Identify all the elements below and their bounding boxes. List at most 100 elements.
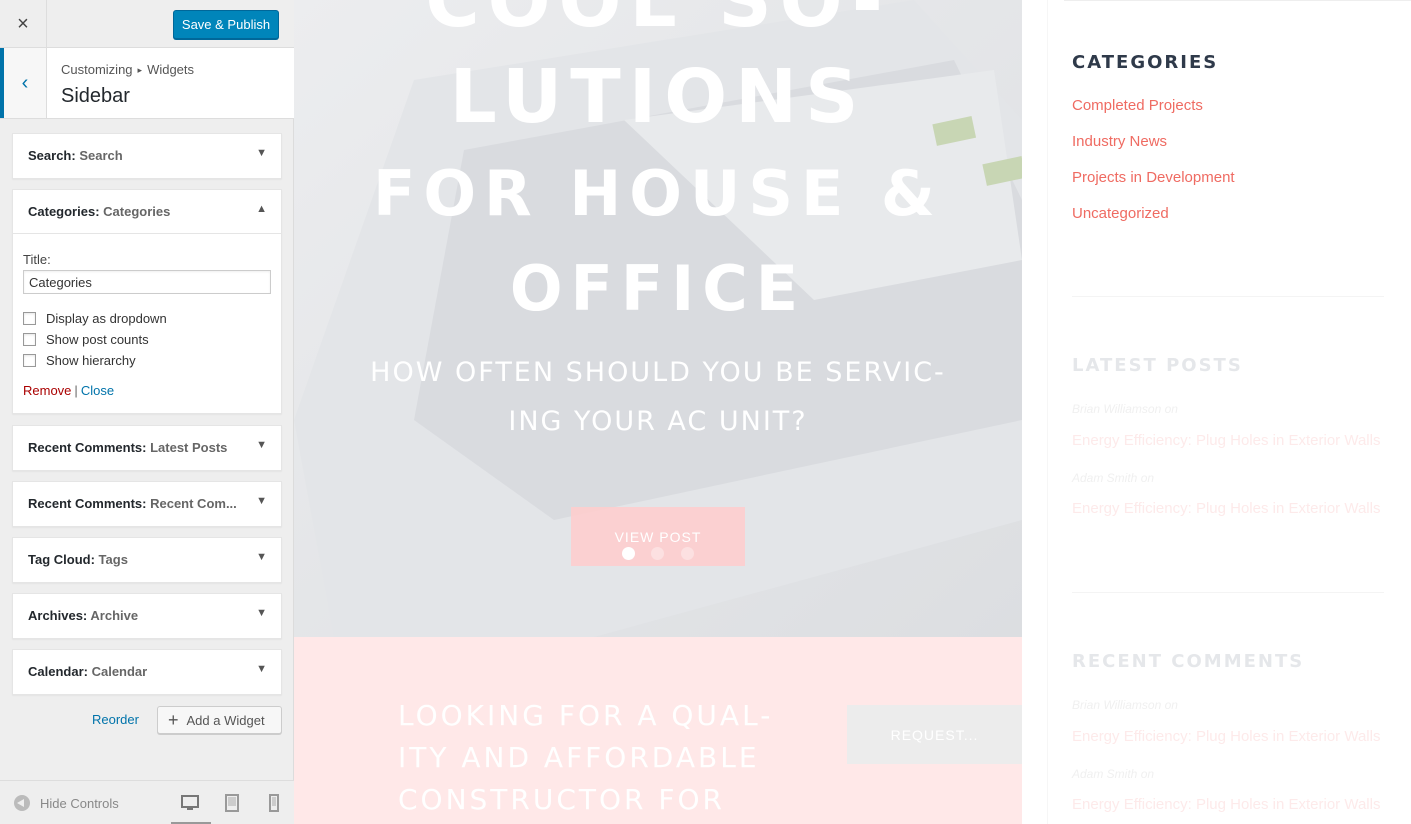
save-publish-button[interactable]: Save & Publish bbox=[173, 10, 279, 39]
category-link[interactable]: Projects in Development bbox=[1072, 169, 1235, 186]
widget-type: Calendar bbox=[28, 664, 84, 679]
post-link[interactable]: Energy Efficiency: Plug Holes in Exterio… bbox=[1072, 432, 1380, 449]
cta-text-line: LOOKING FOR A QUAL- bbox=[398, 699, 774, 732]
divider bbox=[1064, 0, 1411, 1]
post-meta: Adam Smith on bbox=[1072, 471, 1155, 485]
divider bbox=[1072, 296, 1384, 297]
widget-header[interactable]: Recent Comments: Latest Posts ▼ bbox=[13, 426, 281, 470]
hero-title-line: COOL SO- bbox=[425, 0, 891, 44]
customizer-footer: Hide Controls bbox=[0, 780, 294, 824]
section-header: ‹ Customizing ▸ Widgets Sidebar bbox=[0, 48, 294, 119]
widget-header[interactable]: Categories: Categories ▲ bbox=[13, 190, 281, 234]
collapse-icon bbox=[14, 795, 30, 811]
widget-title: Search: Search bbox=[28, 148, 123, 163]
divider bbox=[1072, 592, 1384, 593]
comment-meta: Brian Williamson on bbox=[1072, 698, 1178, 712]
breadcrumb-current: Widgets bbox=[147, 62, 195, 77]
slider-dot-active[interactable] bbox=[622, 547, 635, 560]
expand-arrow-icon[interactable]: ▼ bbox=[256, 663, 267, 675]
widget-header[interactable]: Search: Search ▼ bbox=[13, 134, 281, 178]
tablet-preview-icon[interactable] bbox=[222, 793, 242, 813]
breadcrumb-root: Customizing bbox=[61, 62, 133, 77]
widget-type: Categories bbox=[28, 204, 96, 219]
widget-recent-comments: Recent Comments: Recent Com... ▼ bbox=[12, 481, 282, 527]
option-label: Display as dropdown bbox=[46, 311, 167, 326]
comment-meta: Adam Smith on bbox=[1072, 767, 1155, 781]
post-link[interactable]: Energy Efficiency: Plug Holes in Exterio… bbox=[1072, 500, 1380, 517]
widget-type: Recent Comments bbox=[28, 496, 143, 511]
widget-title: Archives: Archive bbox=[28, 608, 139, 623]
site-preview: COOL SO- LUTIONS FOR HOUSE & OFFICE HOW … bbox=[294, 0, 1411, 824]
hero-slider: COOL SO- LUTIONS FOR HOUSE & OFFICE HOW … bbox=[294, 0, 1022, 637]
plus-icon: + bbox=[168, 710, 179, 730]
option-display-dropdown: Display as dropdown bbox=[23, 308, 271, 329]
widget-type: Search bbox=[28, 148, 72, 163]
widget-type: Tag Cloud bbox=[28, 552, 91, 567]
post-counts-checkbox[interactable] bbox=[23, 333, 36, 346]
expand-arrow-icon[interactable]: ▼ bbox=[256, 439, 267, 451]
option-hierarchy: Show hierarchy bbox=[23, 350, 271, 371]
slider-dot[interactable] bbox=[681, 547, 694, 560]
widget-search: Search: Search ▼ bbox=[12, 133, 282, 179]
widget-header[interactable]: Archives: Archive ▼ bbox=[13, 594, 281, 638]
widget-instance-name: Latest Posts bbox=[150, 440, 228, 455]
hero-title-line: LUTIONS bbox=[449, 54, 867, 140]
add-widget-label: Add a Widget bbox=[186, 712, 265, 728]
breadcrumb-arrow-icon: ▸ bbox=[137, 65, 143, 75]
category-link[interactable]: Uncategorized bbox=[1072, 205, 1169, 222]
widget-header[interactable]: Recent Comments: Recent Com... ▼ bbox=[13, 482, 281, 526]
hero-subtitle-line: ING YOUR AC UNIT? bbox=[508, 406, 808, 437]
cta-section: LOOKING FOR A QUAL- ITY AND AFFORDABLE C… bbox=[294, 637, 1022, 824]
request-button[interactable]: REQUEST... bbox=[847, 705, 1022, 764]
widget-title: Recent Comments: Recent Com... bbox=[28, 496, 237, 511]
category-link[interactable]: Completed Projects bbox=[1072, 97, 1203, 114]
mobile-preview-icon[interactable] bbox=[264, 793, 284, 813]
widget-latest-posts: Recent Comments: Latest Posts ▼ bbox=[12, 425, 282, 471]
section-title: Sidebar bbox=[61, 85, 130, 107]
widget-title: Categories: Categories bbox=[28, 204, 171, 219]
reorder-link[interactable]: Reorder bbox=[92, 712, 139, 727]
widget-archives: Archives: Archive ▼ bbox=[12, 593, 282, 639]
expand-arrow-icon[interactable]: ▼ bbox=[256, 147, 267, 159]
cta-text-line: ITY AND AFFORDABLE bbox=[398, 741, 760, 774]
category-link[interactable]: Industry News bbox=[1072, 133, 1167, 150]
widget-categories: Categories: Categories ▲ Title: Display … bbox=[12, 189, 282, 414]
slider-dot[interactable] bbox=[651, 547, 664, 560]
widget-header[interactable]: Calendar: Calendar ▼ bbox=[13, 650, 281, 694]
comment-link[interactable]: Energy Efficiency: Plug Holes in Exterio… bbox=[1072, 796, 1380, 813]
site-sidebar: CATEGORIES Completed Projects Industry N… bbox=[1047, 0, 1411, 824]
cta-text-line: CONSTRUCTOR FOR bbox=[398, 783, 726, 816]
expand-arrow-icon[interactable]: ▼ bbox=[256, 551, 267, 563]
latest-posts-heading: LATEST POSTS bbox=[1072, 355, 1243, 376]
hero-title-line: OFFICE bbox=[509, 252, 807, 325]
recent-comments-heading: RECENT COMMENTS bbox=[1072, 651, 1305, 672]
expand-arrow-icon[interactable]: ▼ bbox=[256, 495, 267, 507]
close-icon[interactable]: × bbox=[0, 0, 47, 48]
separator: | bbox=[74, 383, 78, 398]
remove-link[interactable]: Remove bbox=[23, 383, 71, 398]
back-arrow-icon[interactable]: ‹ bbox=[0, 48, 47, 118]
desktop-preview-icon[interactable] bbox=[171, 793, 211, 824]
collapse-arrow-icon[interactable]: ▲ bbox=[256, 203, 267, 215]
widget-instance-name: Archive bbox=[90, 608, 139, 623]
widget-title: Calendar: Calendar bbox=[28, 664, 148, 679]
comment-link[interactable]: Energy Efficiency: Plug Holes in Exterio… bbox=[1072, 728, 1380, 745]
customizer-panel: × Save & Publish ‹ Customizing ▸ Widgets S… bbox=[0, 0, 294, 824]
option-post-counts: Show post counts bbox=[23, 329, 271, 350]
hide-controls-button[interactable]: Hide Controls bbox=[14, 795, 119, 811]
hero-subtitle-line: HOW OFTEN SHOULD YOU BE SERVIC- bbox=[370, 357, 946, 388]
widget-controls: Remove | Close bbox=[23, 383, 271, 398]
hierarchy-checkbox[interactable] bbox=[23, 354, 36, 367]
title-input[interactable] bbox=[23, 270, 271, 294]
option-label: Show hierarchy bbox=[46, 353, 136, 368]
categories-heading: CATEGORIES bbox=[1072, 52, 1219, 73]
close-link[interactable]: Close bbox=[81, 383, 114, 398]
dropdown-checkbox[interactable] bbox=[23, 312, 36, 325]
add-widget-button[interactable]: + Add a Widget bbox=[157, 706, 282, 734]
expand-arrow-icon[interactable]: ▼ bbox=[256, 607, 267, 619]
widget-header[interactable]: Tag Cloud: Tags ▼ bbox=[13, 538, 281, 582]
widget-calendar: Calendar: Calendar ▼ bbox=[12, 649, 282, 695]
widget-instance-name: Calendar bbox=[91, 664, 148, 679]
hero-title-line: FOR HOUSE & bbox=[373, 157, 943, 230]
widget-title: Tag Cloud: Tags bbox=[28, 552, 128, 567]
